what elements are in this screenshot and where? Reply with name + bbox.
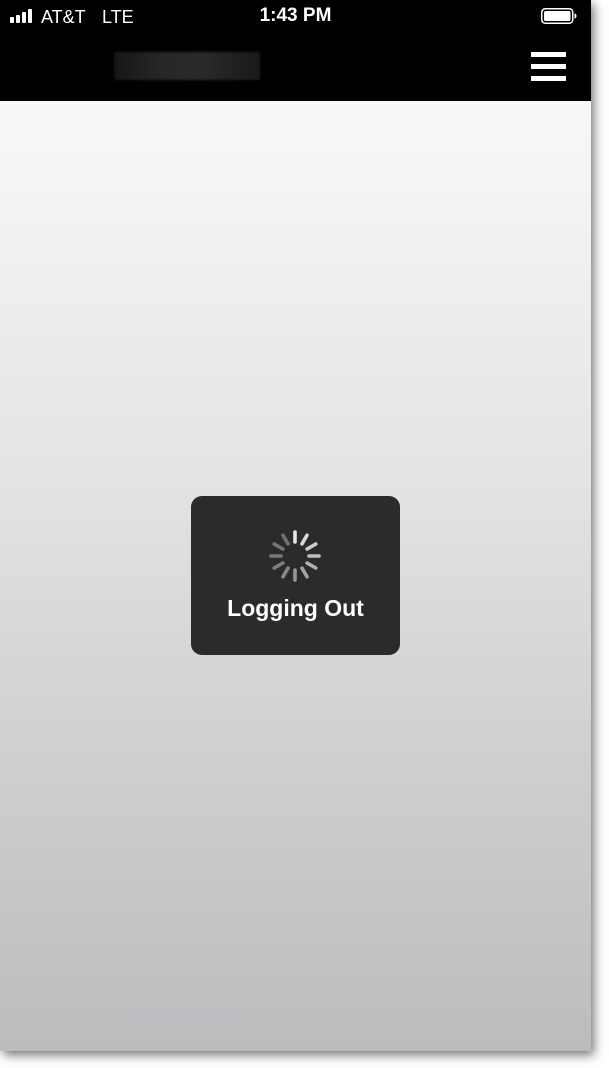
activity-spinner-icon	[269, 530, 321, 582]
navigation-bar	[0, 34, 591, 101]
status-time: 1:43 PM	[259, 5, 332, 26]
hamburger-menu-icon[interactable]	[524, 47, 572, 87]
phone-screen: AT&T LTE 1:43 PM Logging Out	[0, 0, 591, 1051]
status-bar: AT&T LTE 1:43 PM	[0, 0, 591, 34]
logging-out-overlay: Logging Out	[191, 496, 400, 655]
battery-icon	[541, 8, 577, 24]
redacted-title	[114, 52, 260, 80]
hud-label: Logging Out	[227, 595, 364, 621]
